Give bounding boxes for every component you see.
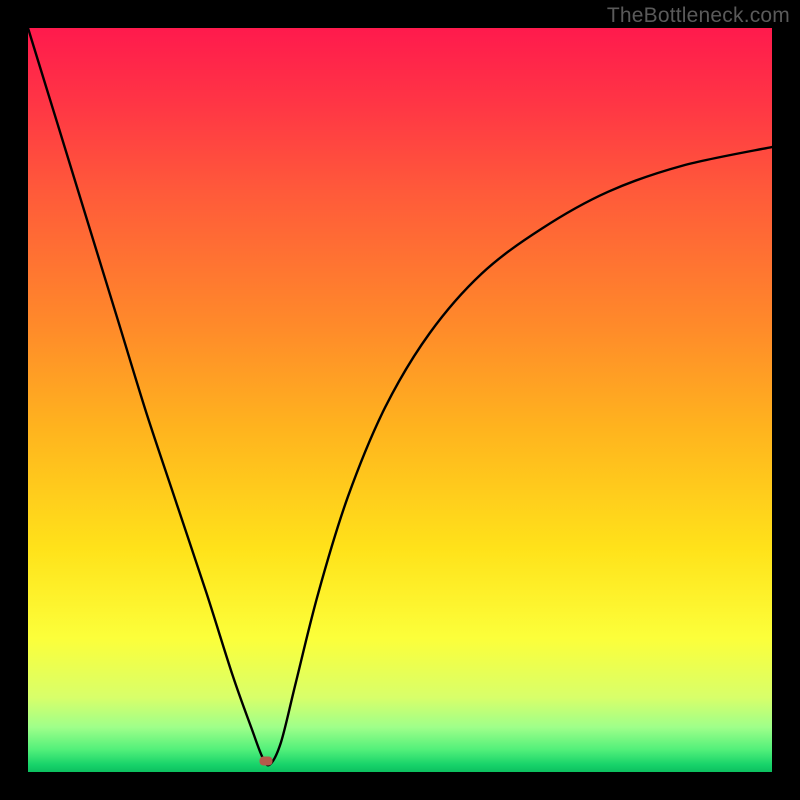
plot-area — [28, 28, 772, 772]
optimal-marker — [260, 756, 273, 765]
bottleneck-curve — [28, 28, 772, 772]
chart-frame: TheBottleneck.com — [0, 0, 800, 800]
watermark-text: TheBottleneck.com — [607, 4, 790, 28]
